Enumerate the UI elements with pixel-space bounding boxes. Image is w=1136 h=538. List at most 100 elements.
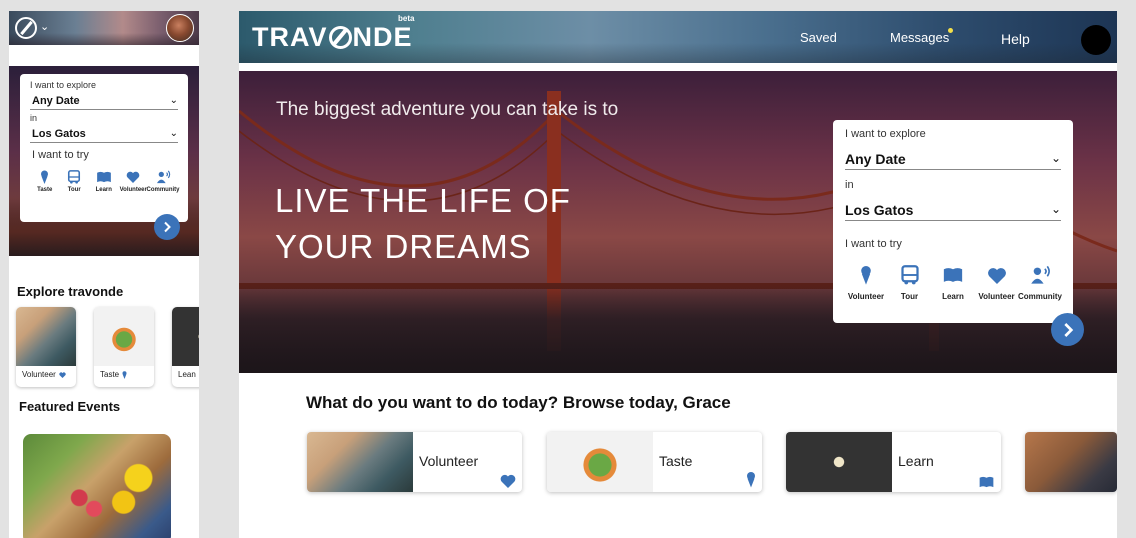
chevron-down-icon: ⌄ (1050, 151, 1061, 165)
category-label: Learn (95, 187, 112, 193)
tile-image (547, 432, 653, 492)
book-icon (96, 169, 112, 185)
category-label: Tour (900, 292, 919, 301)
explore-title: Explore travonde (17, 284, 124, 299)
explore-tile-taste[interactable]: Taste (94, 307, 154, 387)
avatar[interactable] (166, 14, 194, 42)
heart-icon (987, 264, 1007, 286)
chevron-down-icon: ⌄ (1050, 202, 1061, 216)
category-list: Volunteer Tour Learn Volunteer Community (845, 264, 1062, 301)
brand-logo[interactable]: TRAV NDE (252, 22, 413, 53)
compass-logo-icon (328, 26, 352, 49)
tile-image (786, 432, 892, 492)
explore-label: I want to explore (30, 80, 97, 90)
tile-label: Volunteer (419, 453, 479, 469)
category-learn[interactable]: Learn (932, 264, 974, 301)
browse-tile-photography[interactable] (1025, 432, 1117, 492)
book-icon (942, 264, 964, 286)
chevron-right-icon (164, 221, 171, 233)
tile-image (1025, 432, 1117, 492)
logo-text-start: TRAV (252, 22, 328, 52)
category-label: Taste (37, 187, 53, 193)
category-volunteer[interactable]: Volunteer (845, 264, 887, 301)
tile-image (94, 307, 154, 366)
search-go-button[interactable] (154, 214, 180, 240)
location-value: Los Gatos (845, 202, 914, 218)
browse-tile-taste[interactable]: Taste (547, 432, 762, 492)
category-volunteer[interactable]: Volunteer (976, 264, 1018, 301)
search-go-button[interactable] (1051, 313, 1084, 346)
heart-icon (59, 371, 66, 378)
date-select[interactable]: Any Date ⌄ (30, 93, 178, 110)
category-list: Taste Tour Learn Volunteer Community (30, 169, 180, 193)
tile-label: Learn (898, 453, 934, 469)
category-community[interactable]: Community (146, 169, 180, 193)
category-volunteer[interactable]: Volunteer (119, 169, 149, 193)
community-icon (1030, 264, 1051, 286)
chevron-down-icon: ⌄ (169, 95, 178, 106)
book-icon (979, 476, 994, 488)
community-icon (156, 169, 171, 185)
category-label: Volunteer (978, 292, 1015, 301)
hero-title-line1: LIVE THE LIFE OF (275, 182, 571, 219)
explore-label: I want to explore (845, 128, 926, 140)
notification-dot (948, 28, 953, 33)
nav-saved[interactable]: Saved (800, 30, 837, 45)
category-label: Community (146, 187, 180, 193)
date-value: Any Date (845, 151, 906, 167)
nav-messages[interactable]: Messages (890, 30, 949, 45)
category-tour[interactable]: Tour (889, 264, 931, 301)
hero-title-line2: YOUR DREAMS (275, 228, 532, 265)
location-select[interactable]: Los Gatos ⌄ (845, 198, 1061, 221)
mobile-header: ⌄ (9, 11, 199, 45)
browse-title: What do you want to do today? Browse tod… (306, 393, 731, 412)
explore-tile-volunteer[interactable]: Volunteer (16, 307, 76, 387)
browse-tile-learn[interactable]: Learn (786, 432, 1001, 492)
chevron-down-icon: ⌄ (169, 128, 178, 139)
category-label: Community (1018, 292, 1062, 301)
tile-image (16, 307, 76, 366)
ice-cream-icon (860, 264, 872, 286)
category-community[interactable]: Community (1018, 264, 1062, 301)
heart-icon (126, 169, 140, 185)
ice-cream-icon (122, 370, 127, 379)
hero-pre-title: The biggest adventure you can take is to (276, 99, 619, 120)
date-select[interactable]: Any Date ⌄ (845, 147, 1061, 170)
compass-logo-icon[interactable] (15, 17, 37, 39)
category-tour[interactable]: Tour (60, 169, 90, 193)
in-label: in (845, 179, 854, 191)
desktop-search-card: I want to explore Any Date ⌄ in Los Gato… (833, 120, 1073, 323)
category-label: Volunteer (119, 187, 147, 193)
ice-cream-icon (747, 472, 755, 488)
chevron-right-icon (1063, 322, 1073, 337)
try-label: I want to try (845, 238, 902, 250)
logo-text-end: NDE (352, 22, 413, 52)
tile-image (172, 307, 199, 366)
explore-tile-learn[interactable]: Lean (172, 307, 199, 387)
tile-label: Taste (100, 370, 120, 379)
category-label: Volunteer (847, 292, 885, 301)
ice-cream-icon (40, 169, 49, 185)
desktop-preview: TRAV NDE beta Saved Messages Help The bi… (239, 11, 1117, 538)
category-label: Tour (67, 187, 81, 193)
avatar[interactable] (1081, 25, 1111, 55)
featured-event-card[interactable] (23, 434, 171, 538)
location-select[interactable]: Los Gatos ⌄ (30, 126, 178, 143)
heart-icon (500, 474, 516, 488)
chevron-down-icon[interactable]: ⌄ (40, 20, 49, 33)
browse-tile-volunteer[interactable]: Volunteer (307, 432, 522, 492)
category-taste[interactable]: Taste (30, 169, 60, 193)
bus-icon (67, 169, 81, 185)
tile-image (307, 432, 413, 492)
bus-icon (900, 264, 920, 286)
desktop-header: TRAV NDE beta Saved Messages Help (239, 11, 1117, 63)
tile-label: Taste (659, 453, 693, 469)
try-label: I want to try (32, 149, 89, 161)
category-label: Learn (942, 292, 964, 301)
mobile-search-card: I want to explore Any Date ⌄ in Los Gato… (20, 74, 188, 222)
tile-label: Volunteer (22, 370, 56, 379)
featured-title: Featured Events (19, 399, 121, 414)
category-learn[interactable]: Learn (89, 169, 119, 193)
nav-help[interactable]: Help (1001, 31, 1030, 47)
in-label: in (30, 113, 38, 123)
